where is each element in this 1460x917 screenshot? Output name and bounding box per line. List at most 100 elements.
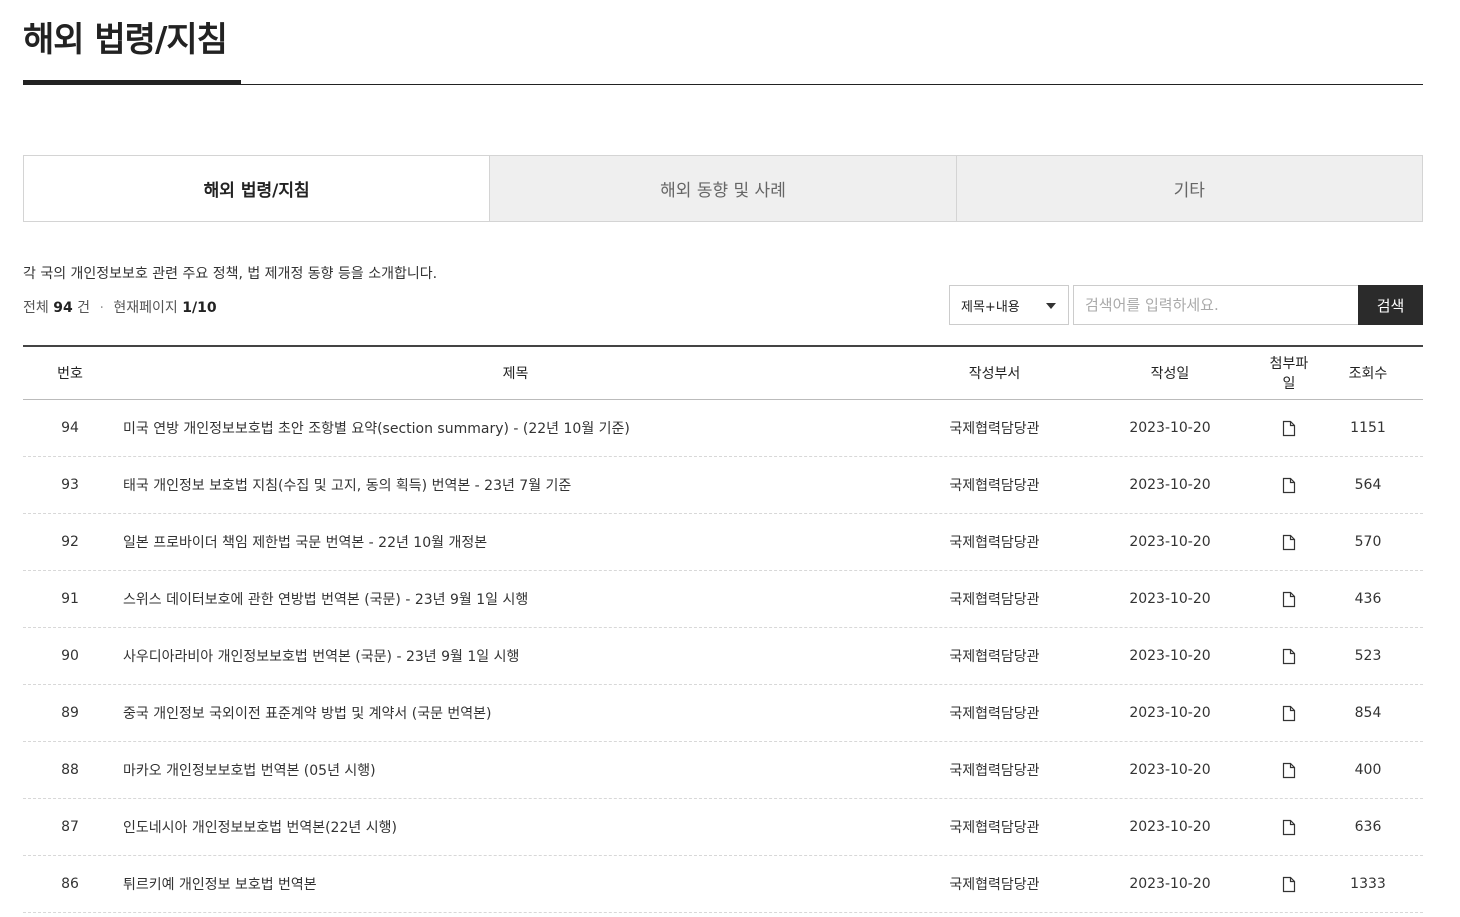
row-views: 523 (1354, 648, 1382, 664)
table-row: 94 미국 연방 개인정보보호법 초안 조항별 요약(section summa… (23, 400, 1423, 457)
row-dept: 국제협력담당관 (949, 877, 1040, 893)
row-file (1265, 534, 1313, 551)
document-icon[interactable] (1282, 648, 1296, 665)
row-num: 94 (61, 420, 79, 436)
table-row: 90 사우디아라비아 개인정보보호법 번역본 (국문) - 23년 9월 1일 … (23, 628, 1423, 685)
table-row: 86 튀르키예 개인정보 보호법 번역본 국제협력담당관 2023-10-20 … (23, 856, 1423, 913)
row-file (1265, 762, 1313, 779)
header-file: 첨부파일 (1269, 356, 1309, 392)
row-title-link[interactable]: 중국 개인정보 국외이전 표준계약 방법 및 계약서 (국문 번역본) (117, 703, 914, 723)
search-type-select[interactable]: 제목+내용 (949, 285, 1069, 325)
table-row: 89 중국 개인정보 국외이전 표준계약 방법 및 계약서 (국문 번역본) 국… (23, 685, 1423, 742)
search-input[interactable] (1073, 285, 1358, 325)
row-dept: 국제협력담당관 (949, 421, 1040, 437)
row-dept: 국제협력담당관 (949, 649, 1040, 665)
row-date: 2023-10-20 (1129, 477, 1211, 493)
row-num: 90 (61, 648, 79, 664)
row-file (1265, 420, 1313, 437)
document-icon[interactable] (1282, 591, 1296, 608)
row-file (1265, 876, 1313, 893)
tab-overseas-trends[interactable]: 해외 동향 및 사례 (489, 156, 956, 221)
row-dept: 국제협력담당관 (949, 706, 1040, 722)
row-num: 89 (61, 705, 79, 721)
row-views: 436 (1354, 591, 1382, 607)
document-icon[interactable] (1282, 876, 1296, 893)
row-date: 2023-10-20 (1129, 705, 1211, 721)
row-date: 2023-10-20 (1129, 591, 1211, 607)
separator-dot: · (99, 300, 104, 316)
row-title-link[interactable]: 마카오 개인정보보호법 번역본 (05년 시행) (117, 760, 914, 780)
table-row: 92 일본 프로바이더 책임 제한법 국문 번역본 - 22년 10월 개정본 … (23, 514, 1423, 571)
row-num: 92 (61, 534, 79, 550)
category-tabs: 해외 법령/지침 해외 동향 및 사례 기타 (23, 155, 1423, 222)
header-title: 제목 (502, 366, 529, 382)
row-title-link[interactable]: 튀르키예 개인정보 보호법 번역본 (117, 874, 914, 894)
row-title-link[interactable]: 사우디아라비아 개인정보보호법 번역본 (국문) - 23년 9월 1일 시행 (117, 646, 914, 666)
row-views: 1151 (1350, 420, 1386, 436)
row-title-link[interactable]: 미국 연방 개인정보보호법 초안 조항별 요약(section summary)… (117, 418, 914, 438)
row-date: 2023-10-20 (1129, 648, 1211, 664)
page-label: 현재페이지 (113, 300, 178, 316)
table-row: 87 인도네시아 개인정보보호법 번역본(22년 시행) 국제협력담당관 202… (23, 799, 1423, 856)
row-num: 87 (61, 819, 79, 835)
board-table: 번호 제목 작성부서 작성일 첨부파일 조회수 94 미국 연방 개인정보보호법… (23, 345, 1423, 913)
row-date: 2023-10-20 (1129, 819, 1211, 835)
row-title-link[interactable]: 태국 개인정보 보호법 지침(수집 및 고지, 동의 획득) 번역본 - 23년… (117, 475, 914, 495)
row-num: 88 (61, 762, 79, 778)
header-date: 작성일 (1150, 366, 1190, 382)
row-title-link[interactable]: 인도네시아 개인정보보호법 번역본(22년 시행) (117, 817, 914, 837)
row-views: 1333 (1350, 876, 1386, 892)
total-count: 94 (53, 300, 73, 316)
title-underline-accent (23, 80, 241, 84)
row-views: 564 (1354, 477, 1382, 493)
tab-overseas-laws[interactable]: 해외 법령/지침 (24, 156, 490, 221)
row-file (1265, 648, 1313, 665)
search-type-value: 제목+내용 (961, 299, 1020, 315)
table-row: 91 스위스 데이터보호에 관한 연방법 번역본 (국문) - 23년 9월 1… (23, 571, 1423, 628)
row-num: 91 (61, 591, 79, 607)
row-num: 86 (61, 876, 79, 892)
row-file (1265, 591, 1313, 608)
title-divider (23, 84, 1423, 85)
row-views: 636 (1354, 819, 1382, 835)
header-views: 조회수 (1348, 366, 1388, 382)
table-header: 번호 제목 작성부서 작성일 첨부파일 조회수 (23, 347, 1423, 400)
row-date: 2023-10-20 (1129, 762, 1211, 778)
board-summary: 전체 94 건 · 현재페이지 1/10 (23, 297, 217, 317)
header-num: 번호 (57, 366, 83, 382)
row-file (1265, 705, 1313, 722)
row-dept: 국제협력담당관 (949, 763, 1040, 779)
table-row: 88 마카오 개인정보보호법 번역본 (05년 시행) 국제협력담당관 2023… (23, 742, 1423, 799)
row-file (1265, 819, 1313, 836)
document-icon[interactable] (1282, 477, 1296, 494)
total-unit: 건 (77, 300, 91, 316)
document-icon[interactable] (1282, 534, 1296, 551)
document-icon[interactable] (1282, 705, 1296, 722)
tab-etc[interactable]: 기타 (955, 156, 1422, 221)
row-file (1265, 477, 1313, 494)
document-icon[interactable] (1282, 762, 1296, 779)
current-page: 1/10 (182, 300, 217, 316)
row-views: 400 (1354, 762, 1382, 778)
total-label: 전체 (23, 300, 49, 316)
page-title: 해외 법령/지침 (23, 20, 228, 60)
row-dept: 국제협력담당관 (949, 478, 1040, 494)
row-num: 93 (61, 477, 79, 493)
search-button[interactable]: 검색 (1358, 285, 1423, 325)
board-description: 각 국의 개인정보보호 관련 주요 정책, 법 제개정 동향 등을 소개합니다. (23, 266, 438, 282)
document-icon[interactable] (1282, 819, 1296, 836)
row-date: 2023-10-20 (1129, 534, 1211, 550)
document-icon[interactable] (1282, 420, 1296, 437)
row-date: 2023-10-20 (1129, 420, 1211, 436)
row-dept: 국제협력담당관 (949, 592, 1040, 608)
header-dept: 작성부서 (968, 366, 1021, 382)
caret-down-icon (1046, 303, 1056, 309)
row-views: 854 (1354, 705, 1382, 721)
row-date: 2023-10-20 (1129, 876, 1211, 892)
row-title-link[interactable]: 일본 프로바이더 책임 제한법 국문 번역본 - 22년 10월 개정본 (117, 532, 914, 552)
row-dept: 국제협력담당관 (949, 820, 1040, 836)
table-row: 93 태국 개인정보 보호법 지침(수집 및 고지, 동의 획득) 번역본 - … (23, 457, 1423, 514)
row-views: 570 (1354, 534, 1382, 550)
row-dept: 국제협력담당관 (949, 535, 1040, 551)
row-title-link[interactable]: 스위스 데이터보호에 관한 연방법 번역본 (국문) - 23년 9월 1일 시… (117, 589, 914, 609)
